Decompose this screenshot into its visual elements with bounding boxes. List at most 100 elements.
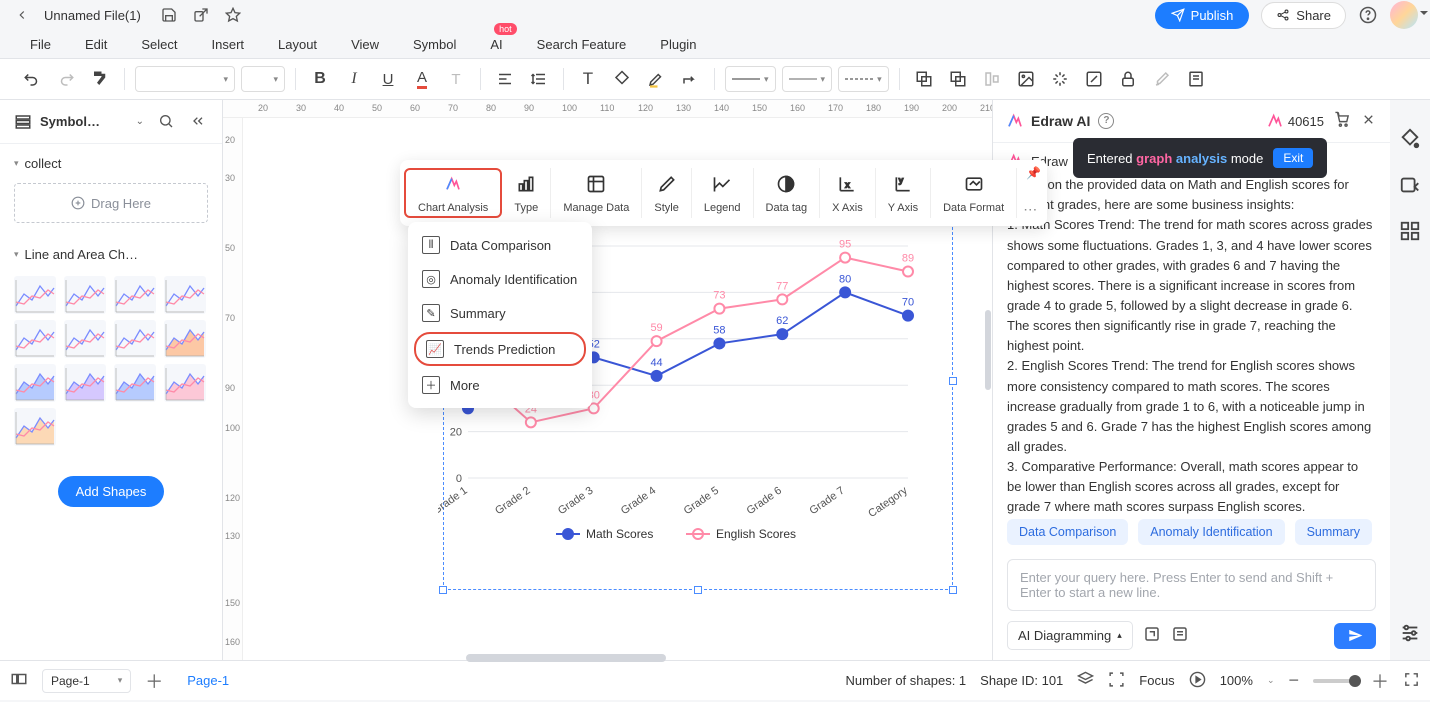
drag-here-zone[interactable]: Drag Here	[14, 183, 208, 223]
menu-file[interactable]: File	[30, 37, 51, 52]
connector-icon[interactable]	[676, 65, 704, 93]
zoom-out-button[interactable]: −	[1288, 670, 1299, 691]
zoom-slider[interactable]	[1313, 679, 1357, 683]
back-icon[interactable]	[12, 5, 32, 25]
manage-data-button[interactable]: Manage Data	[551, 168, 642, 218]
settings-list-icon[interactable]	[1399, 622, 1421, 644]
page-setup-icon[interactable]	[1182, 65, 1210, 93]
layers-icon[interactable]	[1077, 671, 1094, 691]
shape-thumb[interactable]	[14, 408, 56, 446]
datatag-button[interactable]: Data tag	[754, 168, 821, 218]
ai-query-input[interactable]: Enter your query here. Press Enter to se…	[1007, 559, 1376, 611]
settings-icon[interactable]	[1148, 65, 1176, 93]
pin-icon[interactable]: 📌	[1026, 166, 1041, 180]
bold-icon[interactable]: B	[306, 65, 334, 93]
yaxis-button[interactable]: y Y Axis	[876, 168, 931, 218]
zoom-in-button[interactable]: ＋	[1371, 668, 1389, 694]
shape-thumb[interactable]	[14, 320, 56, 358]
undo-icon[interactable]	[18, 65, 46, 93]
menu-summary[interactable]: ✎Summary	[408, 296, 592, 330]
send-back-icon[interactable]	[910, 65, 938, 93]
canvas-scrollbar[interactable]	[466, 654, 666, 662]
highlight-icon[interactable]	[642, 65, 670, 93]
page-select[interactable]: Page-1▾	[42, 669, 131, 693]
align-icon[interactable]	[491, 65, 519, 93]
focus-label[interactable]: Focus	[1139, 673, 1174, 688]
add-shapes-button[interactable]: Add Shapes	[58, 476, 165, 507]
dataformat-button[interactable]: Data Format	[931, 168, 1017, 218]
align-objects-icon[interactable]	[978, 65, 1006, 93]
line-spacing-icon[interactable]	[525, 65, 553, 93]
fill-bucket-icon[interactable]	[1399, 128, 1421, 150]
apps-grid-icon[interactable]	[1399, 220, 1421, 242]
edit-icon[interactable]	[1080, 65, 1108, 93]
chart-type-button[interactable]: Type	[502, 168, 551, 218]
menu-data-comparison[interactable]: ⫴Data Comparison	[408, 228, 592, 262]
text-tool-icon[interactable]: T	[574, 65, 602, 93]
legend-button[interactable]: Legend	[692, 168, 754, 218]
line-style-select[interactable]	[725, 66, 776, 92]
menu-insert[interactable]: Insert	[212, 37, 245, 52]
format-painter-icon[interactable]	[86, 65, 114, 93]
menu-anomaly[interactable]: ◎Anomaly Identification	[408, 262, 592, 296]
play-icon[interactable]	[1189, 671, 1206, 691]
menu-layout[interactable]: Layout	[278, 37, 317, 52]
text-style-icon[interactable]: T	[442, 65, 470, 93]
chip-summary[interactable]: Summary	[1295, 519, 1372, 545]
share-button[interactable]: Share	[1261, 2, 1346, 29]
add-page-button[interactable]: ＋	[145, 668, 163, 694]
shape-thumb[interactable]	[114, 320, 156, 358]
menu-view[interactable]: View	[351, 37, 379, 52]
attachment-icon[interactable]	[1143, 625, 1161, 646]
exit-button[interactable]: Exit	[1273, 148, 1313, 168]
style-button[interactable]: Style	[642, 168, 691, 218]
underline-icon[interactable]: U	[374, 65, 402, 93]
font-color-icon[interactable]: A	[408, 65, 436, 93]
save-icon[interactable]	[159, 5, 179, 25]
shape-thumb[interactable]	[164, 364, 206, 402]
redo-icon[interactable]	[52, 65, 80, 93]
menu-trends-prediction[interactable]: 📈Trends Prediction	[414, 332, 586, 366]
shape-thumb[interactable]	[114, 276, 156, 314]
shape-thumb[interactable]	[164, 276, 206, 314]
pages-icon[interactable]	[10, 670, 28, 691]
menu-edit[interactable]: Edit	[85, 37, 107, 52]
coin-badge[interactable]: 40615	[1267, 113, 1324, 129]
menu-symbol[interactable]: Symbol	[413, 37, 456, 52]
fullscreen-icon[interactable]	[1403, 671, 1420, 691]
shape-thumb[interactable]	[14, 276, 56, 314]
lock-icon[interactable]	[1114, 65, 1142, 93]
star-icon[interactable]	[223, 5, 243, 25]
menu-ai[interactable]: AIhot	[490, 37, 502, 52]
avatar[interactable]	[1390, 1, 1418, 29]
chip-data-comparison[interactable]: Data Comparison	[1007, 519, 1128, 545]
toolbar-more-icon[interactable]: ⋯	[1017, 201, 1043, 218]
send-button[interactable]	[1334, 623, 1376, 649]
sidebar-dropdown-icon[interactable]: ⌄	[136, 116, 144, 127]
collapse-icon[interactable]	[190, 113, 208, 131]
shape-thumb[interactable]	[14, 364, 56, 402]
section-line-area[interactable]: Line and Area Ch…	[0, 235, 222, 270]
help-icon[interactable]	[1358, 5, 1378, 25]
font-size-select[interactable]	[241, 66, 285, 92]
ai-help-icon[interactable]: ?	[1098, 113, 1114, 129]
publish-button[interactable]: Publish	[1155, 2, 1250, 29]
shape-thumb[interactable]	[64, 320, 106, 358]
line-weight-select[interactable]	[782, 66, 833, 92]
fill-icon[interactable]	[608, 65, 636, 93]
menu-search-feature[interactable]: Search Feature	[537, 37, 627, 52]
menu-more[interactable]: ＋More	[408, 368, 592, 402]
section-collect[interactable]: collect	[0, 144, 222, 179]
page-tab[interactable]: Page-1	[177, 667, 239, 694]
focus-frame-icon[interactable]	[1108, 671, 1125, 691]
shape-export-icon[interactable]	[1399, 174, 1421, 196]
zoom-level[interactable]: 100%	[1220, 673, 1253, 688]
image-icon[interactable]	[1012, 65, 1040, 93]
font-family-select[interactable]	[135, 66, 235, 92]
shape-thumb[interactable]	[64, 364, 106, 402]
chart-analysis-button[interactable]: Chart Analysis	[404, 168, 502, 218]
template-icon[interactable]	[1171, 625, 1189, 646]
close-icon[interactable]	[1361, 112, 1376, 130]
chip-anomaly[interactable]: Anomaly Identification	[1138, 519, 1284, 545]
menu-plugin[interactable]: Plugin	[660, 37, 696, 52]
